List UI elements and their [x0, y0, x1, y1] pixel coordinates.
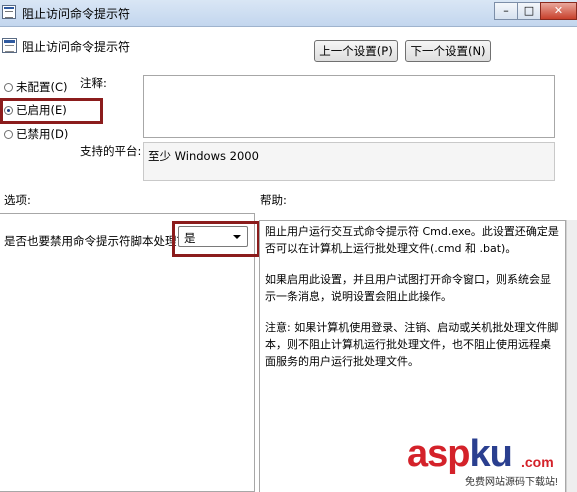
setting-title: 阻止访问命令提示符 [22, 40, 131, 54]
disable-script-question: 是否也要禁用命令提示符脚本处理？ [4, 234, 188, 248]
setting-icon [2, 38, 17, 53]
close-button[interactable]: ✕ [540, 2, 577, 20]
highlight-box-select [172, 221, 260, 257]
platform-value: 至少 Windows 2000 [148, 149, 259, 163]
policy-icon [2, 5, 16, 19]
watermark-domain: .com [521, 454, 554, 470]
comment-label: 注释: [80, 76, 107, 90]
watermark-brand: aspku [407, 433, 513, 475]
minimize-button[interactable]: – [494, 2, 518, 20]
maximize-button[interactable]: □ [517, 2, 541, 20]
help-paragraph: 注意: 如果计算机使用登录、注销、启动或关机批处理文件脚本，则不阻止计算机运行批… [265, 321, 559, 368]
platform-box: 至少 Windows 2000 [143, 142, 555, 181]
highlight-box-enabled [0, 98, 103, 124]
title-bar: 阻止访问命令提示符 – □ ✕ [0, 0, 577, 27]
radio-disabled[interactable]: 已禁用(D) [4, 126, 68, 142]
radio-label: 未配置(C) [16, 80, 68, 94]
help-text: 阻止用户运行交互式命令提示符 Cmd.exe。此设置还确定是否可以在计算机上运行… [265, 223, 561, 384]
previous-setting-button[interactable]: 上一个设置(P) [314, 40, 398, 62]
help-section-label: 帮助: [260, 193, 287, 207]
radio-label: 已禁用(D) [16, 127, 69, 141]
comment-textarea[interactable] [143, 75, 555, 138]
window-title: 阻止访问命令提示符 [22, 7, 131, 21]
watermark-logo: aspku .com 免费网站源码下载站! [405, 434, 575, 490]
watermark-subtitle: 免费网站源码下载站! [465, 477, 558, 488]
watermark-brand-red: asp [407, 433, 470, 475]
next-setting-button[interactable]: 下一个设置(N) [405, 40, 491, 62]
radio-button[interactable] [4, 129, 13, 139]
radio-button[interactable] [4, 82, 13, 92]
radio-not-configured[interactable]: 未配置(C) [4, 79, 68, 95]
options-section-label: 选项: [4, 193, 31, 207]
help-paragraph: 阻止用户运行交互式命令提示符 Cmd.exe。此设置还确定是否可以在计算机上运行… [265, 225, 559, 255]
help-paragraph: 如果启用此设置，并且用户试图打开命令窗口，则系统会显示一条消息，说明设置会阻止此… [265, 273, 551, 303]
platform-label: 支持的平台: [80, 144, 142, 158]
watermark-brand-blue: ku [469, 433, 512, 475]
